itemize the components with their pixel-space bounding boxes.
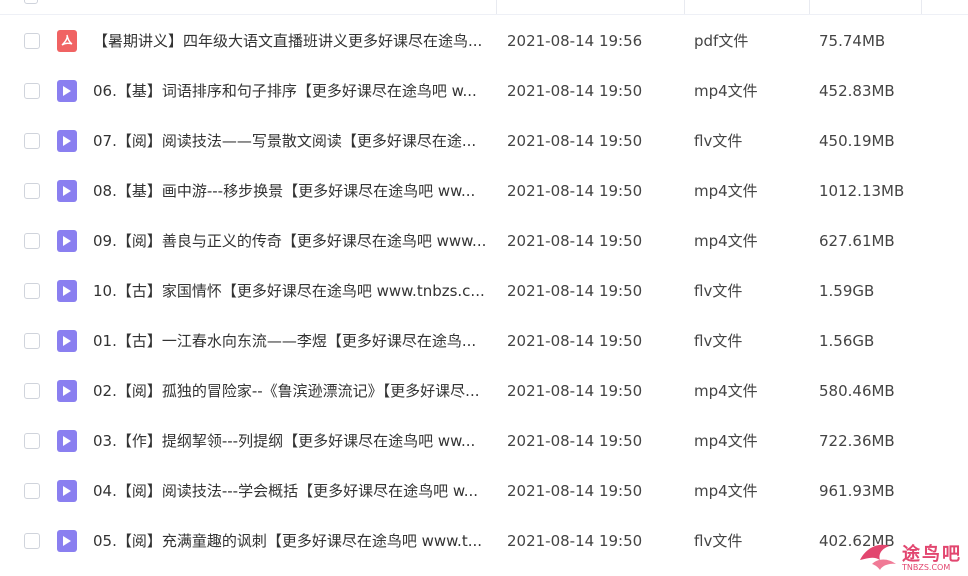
file-row[interactable]: 03.【作】提纲挈领---列提纲【更多好课尽在途鸟吧 ww... 2021-08-… [0,416,968,466]
row-checkbox[interactable] [24,183,40,199]
video-file-icon [57,80,77,102]
pdf-file-icon [57,30,77,52]
file-type: flv文件 [694,132,743,150]
watermark-logo: 途鸟吧 TNBZS.COM [852,530,966,576]
header-divider [808,0,810,14]
modified-time: 2021-08-14 19:50 [507,182,643,200]
video-file-icon [57,430,77,452]
row-checkbox[interactable] [24,233,40,249]
file-type: flv文件 [694,532,743,550]
watermark-url: TNBZS.COM [902,563,951,572]
modified-time: 2021-08-14 19:50 [507,432,643,450]
header-divider [495,0,497,14]
bird-logo-icon [860,544,896,570]
modified-time: 2021-08-14 19:50 [507,332,643,350]
file-size: 1012.13MB [819,182,905,200]
file-type: flv文件 [694,332,743,350]
modified-time: 2021-08-14 19:50 [507,382,643,400]
file-type: mp4文件 [694,382,758,400]
row-checkbox[interactable] [24,83,40,99]
file-row[interactable]: 07.【阅】阅读技法——写景散文阅读【更多好课尽在途... 2021-08-14 … [0,116,968,166]
file-name[interactable]: 02.【阅】孤独的冒险家--《鲁滨逊漂流记》【更多好课尽... [93,381,493,401]
file-size: 1.56GB [819,332,875,350]
row-checkbox[interactable] [24,283,40,299]
file-row[interactable]: 10.【古】家国情怀【更多好课尽在途鸟吧 www.tnbzs.c... 2021-… [0,266,968,316]
modified-time: 2021-08-14 19:50 [507,482,643,500]
video-file-icon [57,130,77,152]
modified-time: 2021-08-14 19:50 [507,232,643,250]
modified-time: 2021-08-14 19:56 [507,32,643,50]
file-name[interactable]: 10.【古】家国情怀【更多好课尽在途鸟吧 www.tnbzs.c... [93,281,493,301]
file-name[interactable]: 09.【阅】善良与正义的传奇【更多好课尽在途鸟吧 www... [93,231,493,251]
file-type: flv文件 [694,282,743,300]
file-row[interactable]: 06.【基】词语排序和句子排序【更多好课尽在途鸟吧 w... 2021-08-14… [0,66,968,116]
file-type: mp4文件 [694,82,758,100]
file-name[interactable]: 03.【作】提纲挈领---列提纲【更多好课尽在途鸟吧 ww... [93,431,493,451]
file-row[interactable]: 【暑期讲义】四年级大语文直播班讲义更多好课尽在途鸟... 2021-08-14 1… [0,16,968,66]
row-checkbox[interactable] [24,33,40,49]
video-file-icon [57,530,77,552]
video-file-icon [57,380,77,402]
file-name[interactable]: 07.【阅】阅读技法——写景散文阅读【更多好课尽在途... [93,131,493,151]
video-file-icon [57,330,77,352]
file-size: 450.19MB [819,132,895,150]
file-name[interactable]: 04.【阅】阅读技法---学会概括【更多好课尽在途鸟吧 w... [93,481,493,501]
file-name[interactable]: 08.【基】画中游---移步换景【更多好课尽在途鸟吧 ww... [93,181,493,201]
file-name[interactable]: 01.【古】一江春水向东流——李煜【更多好课尽在途鸟... [93,331,493,351]
file-name[interactable]: 【暑期讲义】四年级大语文直播班讲义更多好课尽在途鸟... [93,31,493,51]
file-type: mp4文件 [694,432,758,450]
file-row[interactable]: 01.【古】一江春水向东流——李煜【更多好课尽在途鸟... 2021-08-14 … [0,316,968,366]
file-row[interactable]: 05.【阅】充满童趣的讽刺【更多好课尽在途鸟吧 www.t... 2021-08-… [0,516,968,566]
video-file-icon [57,280,77,302]
file-size: 722.36MB [819,432,895,450]
modified-time: 2021-08-14 19:50 [507,532,643,550]
file-type: mp4文件 [694,182,758,200]
file-row[interactable]: 08.【基】画中游---移步换景【更多好课尽在途鸟吧 ww... 2021-08-… [0,166,968,216]
file-size: 580.46MB [819,382,895,400]
modified-time: 2021-08-14 19:50 [507,132,643,150]
file-row[interactable]: 02.【阅】孤独的冒险家--《鲁滨逊漂流记》【更多好课尽... 2021-08-1… [0,366,968,416]
file-size: 452.83MB [819,82,895,100]
file-name[interactable]: 05.【阅】充满童趣的讽刺【更多好课尽在途鸟吧 www.t... [93,531,493,551]
file-size: 75.74MB [819,32,886,50]
video-file-icon [57,180,77,202]
row-checkbox[interactable] [24,333,40,349]
modified-time: 2021-08-14 19:50 [507,82,643,100]
file-size: 627.61MB [819,232,895,250]
row-checkbox[interactable] [24,483,40,499]
select-all-checkbox[interactable] [24,0,38,4]
file-list: 【暑期讲义】四年级大语文直播班讲义更多好课尽在途鸟... 2021-08-14 1… [0,0,968,576]
file-type: mp4文件 [694,232,758,250]
video-file-icon [57,230,77,252]
list-header [0,0,968,15]
file-rows: 【暑期讲义】四年级大语文直播班讲义更多好课尽在途鸟... 2021-08-14 1… [0,16,968,566]
modified-time: 2021-08-14 19:50 [507,282,643,300]
row-checkbox[interactable] [24,433,40,449]
file-size: 961.93MB [819,482,895,500]
file-type: pdf文件 [694,32,749,50]
header-divider [920,0,922,14]
row-checkbox[interactable] [24,133,40,149]
video-file-icon [57,480,77,502]
header-divider [683,0,685,14]
file-row[interactable]: 04.【阅】阅读技法---学会概括【更多好课尽在途鸟吧 w... 2021-08-… [0,466,968,516]
file-row[interactable]: 09.【阅】善良与正义的传奇【更多好课尽在途鸟吧 www... 2021-08-1… [0,216,968,266]
file-type: mp4文件 [694,482,758,500]
file-name[interactable]: 06.【基】词语排序和句子排序【更多好课尽在途鸟吧 w... [93,81,493,101]
row-checkbox[interactable] [24,533,40,549]
row-checkbox[interactable] [24,383,40,399]
file-size: 1.59GB [819,282,875,300]
